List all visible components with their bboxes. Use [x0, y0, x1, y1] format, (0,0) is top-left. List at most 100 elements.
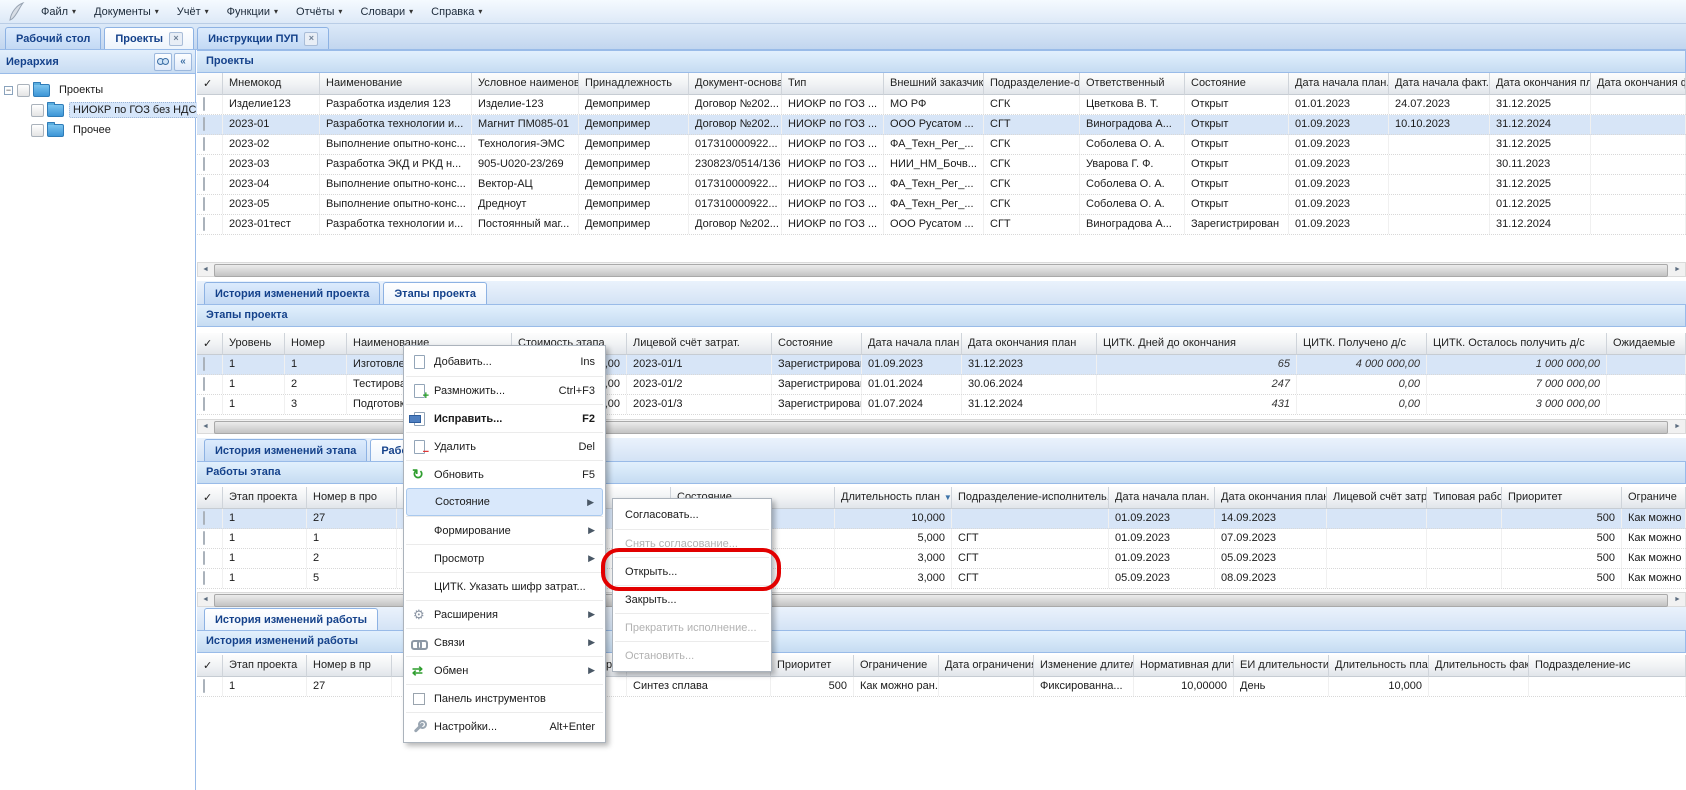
tab-desktop[interactable]: Рабочий стол: [5, 27, 101, 49]
row-checkbox[interactable]: [203, 511, 205, 525]
column-header[interactable]: Подразделение-исполнитель..: [952, 487, 1109, 509]
tree-checkbox[interactable]: [31, 124, 44, 137]
tree-expand-icon[interactable]: −: [4, 86, 13, 95]
menu-item-view[interactable]: Просмотр▶: [406, 544, 603, 572]
column-header[interactable]: Дата окончания пл: [1490, 73, 1591, 95]
row-select-cell[interactable]: [197, 677, 223, 696]
row-checkbox[interactable]: [203, 679, 205, 693]
row-select-cell[interactable]: [197, 135, 223, 154]
scroll-left-icon[interactable]: ◄: [198, 263, 213, 276]
scroll-thumb[interactable]: [214, 264, 1668, 277]
table-row[interactable]: 2023-01Разработка технологии и...Магнит …: [197, 115, 1686, 135]
scroll-left-icon[interactable]: ◄: [198, 593, 213, 606]
row-select-cell[interactable]: [197, 549, 223, 568]
column-header[interactable]: Мнемокод: [223, 73, 320, 95]
tab-work-history[interactable]: История изменений работы: [204, 608, 378, 630]
row-select-cell[interactable]: [197, 355, 223, 374]
column-header[interactable]: ЦИТК. Дней до окончания: [1097, 333, 1297, 355]
menu-item-refresh[interactable]: ОбновитьF5: [406, 460, 603, 488]
row-checkbox[interactable]: [203, 217, 205, 231]
menubar-item[interactable]: Документы▾: [85, 3, 168, 21]
scroll-right-icon[interactable]: ►: [1670, 593, 1685, 606]
tab-project-stages[interactable]: Этапы проекта: [383, 282, 487, 304]
column-header[interactable]: Приоритет: [1502, 487, 1622, 509]
menu-item-toolbar[interactable]: Панель инструментов: [406, 684, 603, 712]
column-header[interactable]: Дата начала план.: [1289, 73, 1389, 95]
scroll-left-icon[interactable]: ◄: [198, 420, 213, 433]
row-select-cell[interactable]: [197, 195, 223, 214]
column-header[interactable]: Дата окончания ф: [1591, 73, 1686, 95]
column-header[interactable]: Лицевой счёт затр: [1327, 487, 1427, 509]
submenu-item-close[interactable]: Закрыть...: [615, 585, 769, 613]
row-select-cell[interactable]: [197, 509, 223, 528]
row-checkbox[interactable]: [203, 117, 205, 131]
collapse-panel-button[interactable]: «: [174, 53, 192, 71]
tab-projects[interactable]: Проекты×: [104, 27, 194, 49]
menubar-item[interactable]: Файл▾: [32, 3, 85, 21]
column-header[interactable]: Типовая работа: [1427, 487, 1502, 509]
close-icon[interactable]: ×: [304, 32, 318, 46]
column-header[interactable]: Состояние: [1185, 73, 1289, 95]
tab-project-history[interactable]: История изменений проекта: [204, 282, 380, 304]
submenu-item-approve[interactable]: Согласовать...: [615, 501, 769, 529]
column-header[interactable]: ЦИТК. Получено д/с: [1297, 333, 1427, 355]
column-header[interactable]: Ответственный: [1080, 73, 1185, 95]
row-select-cell[interactable]: [197, 529, 223, 548]
row-checkbox[interactable]: [203, 397, 205, 411]
menubar-item[interactable]: Словари▾: [351, 3, 422, 21]
menu-item-edit[interactable]: Исправить...F2: [406, 404, 603, 432]
column-header[interactable]: Лицевой счёт затрат.: [627, 333, 772, 355]
row-checkbox[interactable]: [203, 551, 205, 565]
row-checkbox[interactable]: [203, 97, 205, 111]
menu-item-duplicate[interactable]: Размножить...Ctrl+F3: [406, 376, 603, 404]
menubar-item[interactable]: Функции▾: [218, 3, 287, 21]
column-header[interactable]: Изменение длител: [1034, 655, 1134, 677]
column-header[interactable]: Номер: [285, 333, 347, 355]
menubar-item[interactable]: Учёт▾: [168, 3, 218, 21]
row-checkbox[interactable]: [203, 357, 205, 371]
column-header[interactable]: Документ-основан: [689, 73, 782, 95]
column-header[interactable]: Дата окончания план: [1215, 487, 1327, 509]
table-row[interactable]: 2023-02Выполнение опытно-конс...Технолог…: [197, 135, 1686, 155]
menu-item-formation[interactable]: Формирование▶: [406, 516, 603, 544]
column-header[interactable]: Тип: [782, 73, 884, 95]
row-select-cell[interactable]: [197, 155, 223, 174]
row-select-cell[interactable]: [197, 395, 223, 414]
column-header[interactable]: Состояние: [772, 333, 862, 355]
projects-hscrollbar[interactable]: ◄►: [197, 262, 1686, 277]
row-select-cell[interactable]: [197, 569, 223, 588]
row-select-cell[interactable]: [197, 95, 223, 114]
row-checkbox[interactable]: [203, 157, 205, 171]
column-header[interactable]: Внешний заказчик: [884, 73, 984, 95]
column-header[interactable]: Подразделение-ис: [1529, 655, 1686, 677]
menu-item-add[interactable]: Добавить...Ins: [406, 348, 603, 376]
tree-item-projects-root[interactable]: −Проекты: [4, 80, 193, 100]
scroll-right-icon[interactable]: ►: [1670, 263, 1685, 276]
menubar-item[interactable]: Справка▾: [422, 3, 491, 21]
table-row[interactable]: 2023-05Выполнение опытно-конс...Дредноут…: [197, 195, 1686, 215]
scroll-right-icon[interactable]: ►: [1670, 420, 1685, 433]
column-header[interactable]: Ограниче: [1622, 487, 1686, 509]
row-checkbox[interactable]: [203, 377, 205, 391]
column-header[interactable]: ✓: [197, 655, 223, 677]
row-checkbox[interactable]: [203, 197, 205, 211]
row-checkbox[interactable]: [203, 531, 205, 545]
table-row[interactable]: 2023-03Разработка ЭКД и РКД н...905-U020…: [197, 155, 1686, 175]
row-checkbox[interactable]: [203, 571, 205, 585]
column-header[interactable]: Длительность фак: [1429, 655, 1529, 677]
column-header[interactable]: ЦИТК. Осталось получить д/с: [1427, 333, 1607, 355]
submenu-item-open[interactable]: Открыть...: [615, 557, 769, 585]
column-header[interactable]: Принадлежность: [579, 73, 689, 95]
row-select-cell[interactable]: [197, 375, 223, 394]
menu-item-delete[interactable]: УдалитьDel: [406, 432, 603, 460]
row-select-cell[interactable]: [197, 115, 223, 134]
column-header[interactable]: Ограничение: [854, 655, 939, 677]
menu-item-links[interactable]: Связи▶: [406, 628, 603, 656]
column-header[interactable]: Условное наименова: [472, 73, 579, 95]
table-row[interactable]: Изделие123Разработка изделия 123Изделие-…: [197, 95, 1686, 115]
column-header[interactable]: Нормативная длит: [1134, 655, 1234, 677]
column-header[interactable]: Этап проекта: [223, 655, 307, 677]
column-header[interactable]: Ожидаемые: [1607, 333, 1686, 355]
tree-item-niokr-goz[interactable]: НИОКР по ГОЗ без НДС: [18, 100, 193, 120]
table-row[interactable]: 2023-04Выполнение опытно-конс...Вектор-А…: [197, 175, 1686, 195]
